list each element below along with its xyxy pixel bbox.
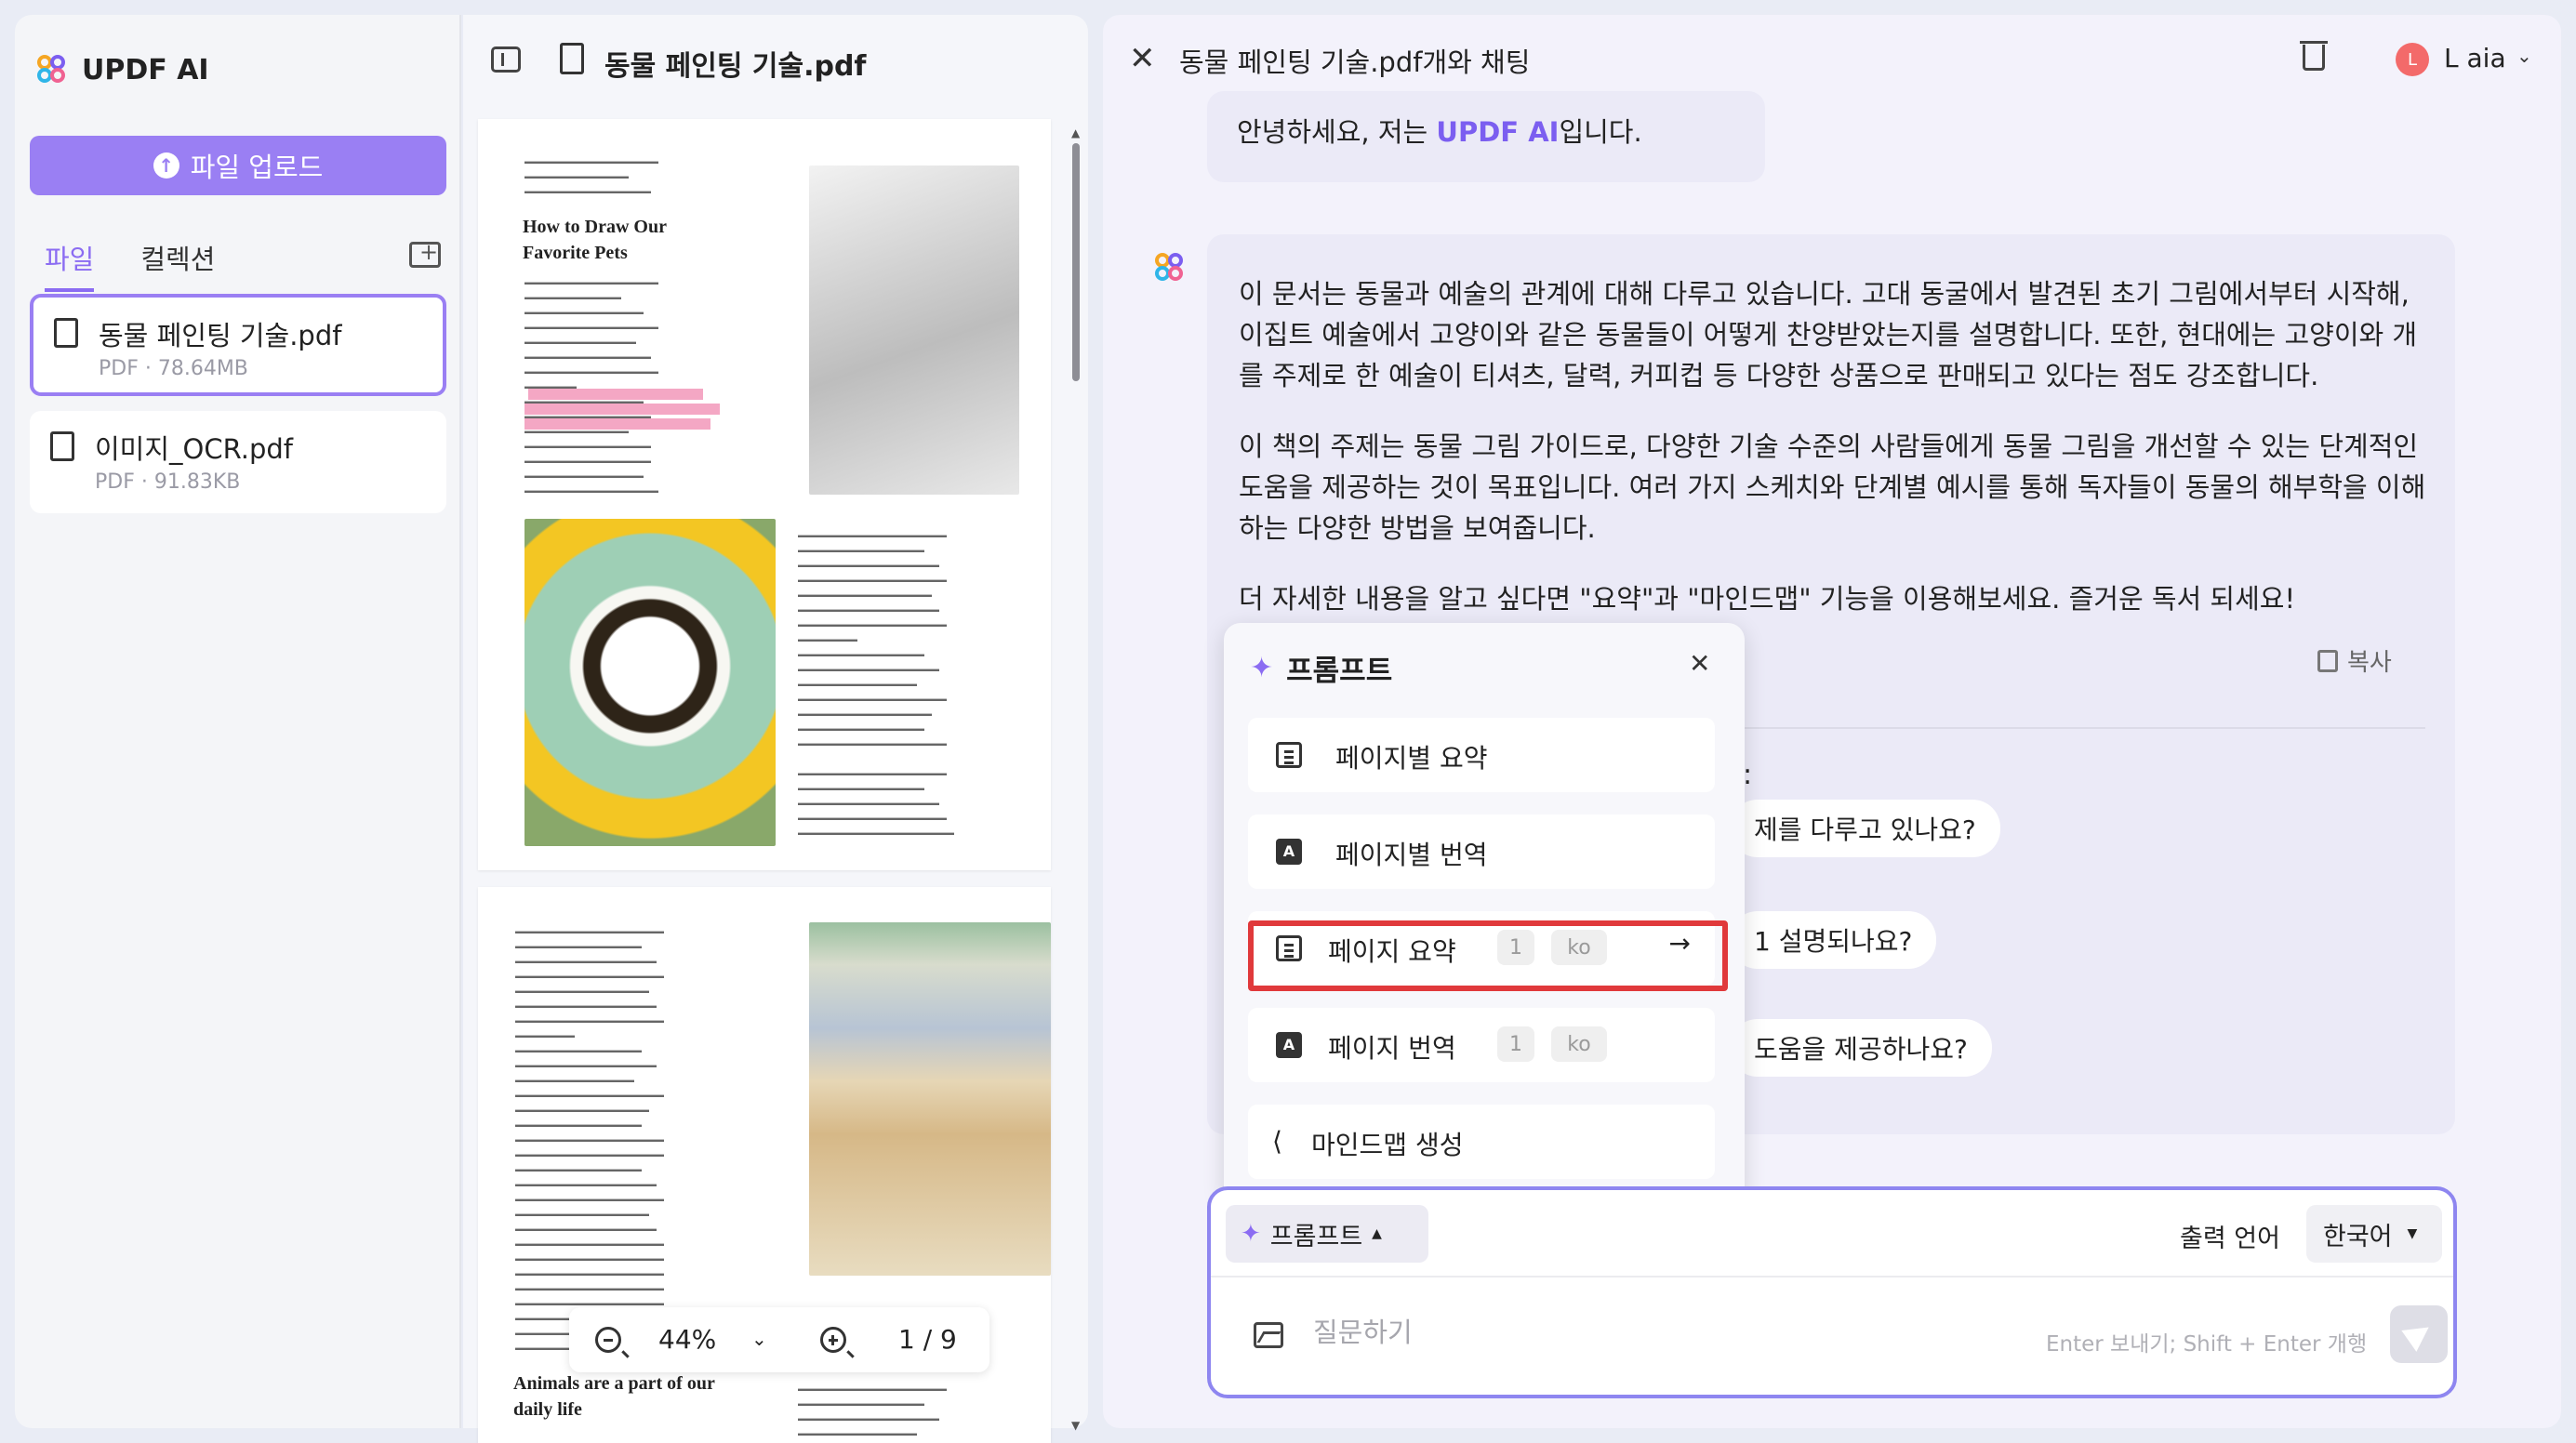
answer-paragraph: 이 문서는 동물과 예술의 관계에 대해 다루고 있습니다. 고대 동굴에서 발… [1239, 278, 2418, 391]
copy-label: 복사 [2347, 649, 2392, 677]
user-name[interactable]: L aia [2444, 43, 2506, 73]
prompt-button[interactable]: ✦ 프롬프트 ▲ [1226, 1205, 1428, 1263]
image-upload-icon[interactable] [1254, 1322, 1283, 1348]
pdf-viewer: 동물 페인팅 기술.pdf ▬▬▬▬▬▬▬▬▬▬▬▬▬▬▬▬▬▬ ▬▬▬▬▬▬▬▬… [463, 15, 1088, 1443]
output-language-label: 출력 언어 [2180, 1225, 2280, 1253]
answer-paragraph: 더 자세한 내용을 알고 싶다면 "요약"과 "마인드맵" 기능을 이용해보세요… [1239, 583, 2296, 615]
zoom-in-icon[interactable] [820, 1327, 855, 1358]
sparkle-icon: ✦ [1250, 652, 1274, 684]
suggested-question[interactable]: 1 설명되나요? [1730, 911, 1937, 969]
trash-icon[interactable] [2300, 41, 2328, 71]
send-hint: Enter 보내기; Shift + Enter 개행 [2046, 1332, 2368, 1357]
zoom-toolbar: 44% ⌄ 1 / 9 [569, 1307, 989, 1372]
embroidery-dog-image [524, 519, 776, 846]
file-item[interactable]: 동물 페인팅 기술.pdf PDF · 78.64MB [30, 294, 446, 396]
document-icon [54, 318, 78, 348]
divider [1719, 727, 2425, 729]
file-sidebar: UPDF AI ↑ 파일 업로드 파일 컬렉션 동물 페인팅 기술.pdf PD… [15, 15, 461, 1428]
text-highlight [524, 418, 710, 430]
ai-assistant-icon [1155, 253, 1187, 285]
viewer-scrollbar[interactable]: ▲ ▼ [1071, 126, 1081, 1432]
page-heading: How to Draw Our Favorite Pets [523, 217, 667, 263]
greeting-text: 안녕하세요, 저는 UPDF AI입니다. [1237, 116, 1642, 148]
prompt-label: 페이지별 요약 [1335, 743, 1488, 774]
zoom-out-icon[interactable] [595, 1327, 630, 1358]
prompt-button-label: 프롬프트 [1269, 1222, 1363, 1251]
answer-paragraph: 이 책의 주제는 동물 그림 가이드로, 다양한 기술 수준의 사람들에게 동물… [1239, 430, 2426, 544]
page-text-block: ▬▬▬▬▬▬▬▬▬▬▬▬▬▬▬▬▬▬▬▬▬▬▬▬▬▬▬▬▬▬▬▬▬▬▬▬▬▬▬▬… [798, 1384, 947, 1437]
file-name: 동물 페인팅 기술.pdf [99, 320, 342, 351]
file-meta: PDF · 78.64MB [99, 357, 248, 380]
prompt-item-page-summary[interactable]: 페이지별 요약 [1248, 718, 1715, 792]
caret-down-icon: ▼ [2407, 1226, 2418, 1241]
page-text-block: ▬▬▬▬▬▬▬▬▬▬▬▬▬▬▬▬▬▬▬▬▬▬▬▬▬▬▬▬▬▬▬▬▬▬▬▬▬▬▬▬… [524, 278, 658, 495]
paint-palette-image [809, 922, 1051, 1276]
page-indicator[interactable]: 1 / 9 [898, 1324, 957, 1355]
caret-up-icon: ▲ [1372, 1226, 1382, 1241]
page-number-chip[interactable]: 1 [1497, 1026, 1534, 1062]
output-language-value: 한국어 [2323, 1222, 2393, 1251]
selection-highlight [1248, 920, 1728, 991]
greeting-bubble: 안녕하세요, 저는 UPDF AI입니다. [1207, 91, 1765, 182]
brand-name: UPDF AI [82, 54, 209, 86]
sidebar-tabs: 파일 컬렉션 [45, 238, 215, 292]
prompt-item-translate-page[interactable]: A 페이지 번역 1 ko [1248, 1008, 1715, 1082]
prompt-label: 페이지 번역 [1328, 1033, 1456, 1064]
pdf-page: ▬▬▬▬▬▬▬▬▬▬▬▬▬▬▬▬▬▬▬▬▬▬▬▬▬▬▬▬▬▬▬▬▬▬▬▬▬▬▬▬… [478, 119, 1051, 870]
upload-icon: ↑ [153, 152, 179, 179]
file-item[interactable]: 이미지_OCR.pdf PDF · 91.83KB [30, 411, 446, 513]
brand: UPDF AI [37, 54, 209, 86]
upload-label: 파일 업로드 [190, 152, 324, 183]
prompt-item-mindmap[interactable]: ⟨ 마인드맵 생성 [1248, 1105, 1715, 1179]
zoom-level[interactable]: 44% [658, 1324, 716, 1355]
add-folder-icon[interactable] [409, 239, 441, 268]
tab-files[interactable]: 파일 [45, 238, 95, 292]
translate-icon: A [1276, 839, 1302, 865]
prompt-item-page-translate[interactable]: A 페이지별 번역 [1248, 814, 1715, 889]
document-icon [50, 431, 74, 461]
chat-title: 동물 페인팅 기술.pdf개와 채팅 [1179, 46, 1531, 78]
language-chip[interactable]: ko [1551, 1026, 1607, 1062]
file-meta: PDF · 91.83KB [95, 470, 241, 494]
updf-logo-icon [37, 54, 69, 86]
document-title: 동물 페인팅 기술.pdf [604, 50, 867, 83]
prompt-popup: ✦ 프롬프트 ✕ 페이지별 요약 A 페이지별 번역 페이지 요약 1 ko →… [1224, 623, 1745, 1205]
sparkle-icon: ✦ [1241, 1220, 1261, 1248]
file-name: 이미지_OCR.pdf [95, 433, 293, 465]
mindmap-icon: ⟨ [1272, 1126, 1282, 1157]
text-highlight [524, 404, 720, 415]
document-icon [560, 43, 584, 74]
chevron-down-icon[interactable]: ⌄ [2516, 45, 2532, 67]
divider [1211, 1276, 2453, 1278]
close-icon[interactable]: ✕ [1689, 651, 1710, 677]
prompt-label: 마인드맵 생성 [1311, 1130, 1464, 1160]
translate-icon: A [1276, 1032, 1302, 1058]
copy-icon [2317, 649, 2338, 672]
prompt-label: 페이지별 번역 [1335, 840, 1488, 870]
chevron-down-icon[interactable]: ⌄ [751, 1328, 767, 1350]
scrollbar-thumb[interactable] [1072, 143, 1080, 381]
suggested-question[interactable]: 도움을 제공하나요? [1730, 1019, 1992, 1077]
popup-title: ✦ 프롬프트 [1250, 652, 1393, 688]
dog-sketch-image [809, 165, 1019, 495]
upload-file-button[interactable]: ↑ 파일 업로드 [30, 136, 446, 195]
tab-collections[interactable]: 컬렉션 [140, 238, 215, 292]
page-text-block: ▬▬▬▬▬▬▬▬▬▬▬▬▬▬▬▬▬▬▬▬▬▬▬▬▬▬▬▬▬▬▬▬▬▬▬▬▬▬▬▬… [515, 927, 664, 1352]
question-input[interactable] [1313, 1317, 2150, 1348]
page-text-block: ▬▬▬▬▬▬▬▬▬▬▬▬▬▬▬▬▬▬▬▬▬▬▬▬▬▬▬▬▬▬▬▬▬▬▬▬▬▬▬▬… [524, 157, 658, 195]
toggle-sidebar-icon[interactable] [491, 46, 521, 73]
text-highlight [528, 389, 703, 400]
close-icon[interactable]: ✕ [1129, 43, 1156, 74]
avatar[interactable]: L [2396, 43, 2429, 76]
chat-input-box: ✦ 프롬프트 ▲ 출력 언어 한국어 ▼ Enter 보내기; Shift + … [1207, 1186, 2457, 1398]
page-text-block: ▬▬▬▬▬▬▬▬▬▬▬▬▬▬▬▬▬▬▬▬▬▬▬▬▬▬▬▬▬▬▬▬▬▬▬▬▬▬▬▬… [798, 531, 954, 837]
output-language-select[interactable]: 한국어 ▼ [2306, 1205, 2442, 1263]
list-icon [1276, 742, 1302, 768]
suggested-question[interactable]: 제를 다루고 있나요? [1730, 800, 2000, 857]
page-heading: Animals are a part of our daily life [513, 1373, 715, 1420]
send-button[interactable] [2390, 1305, 2448, 1363]
copy-button[interactable]: 복사 [2317, 643, 2392, 678]
